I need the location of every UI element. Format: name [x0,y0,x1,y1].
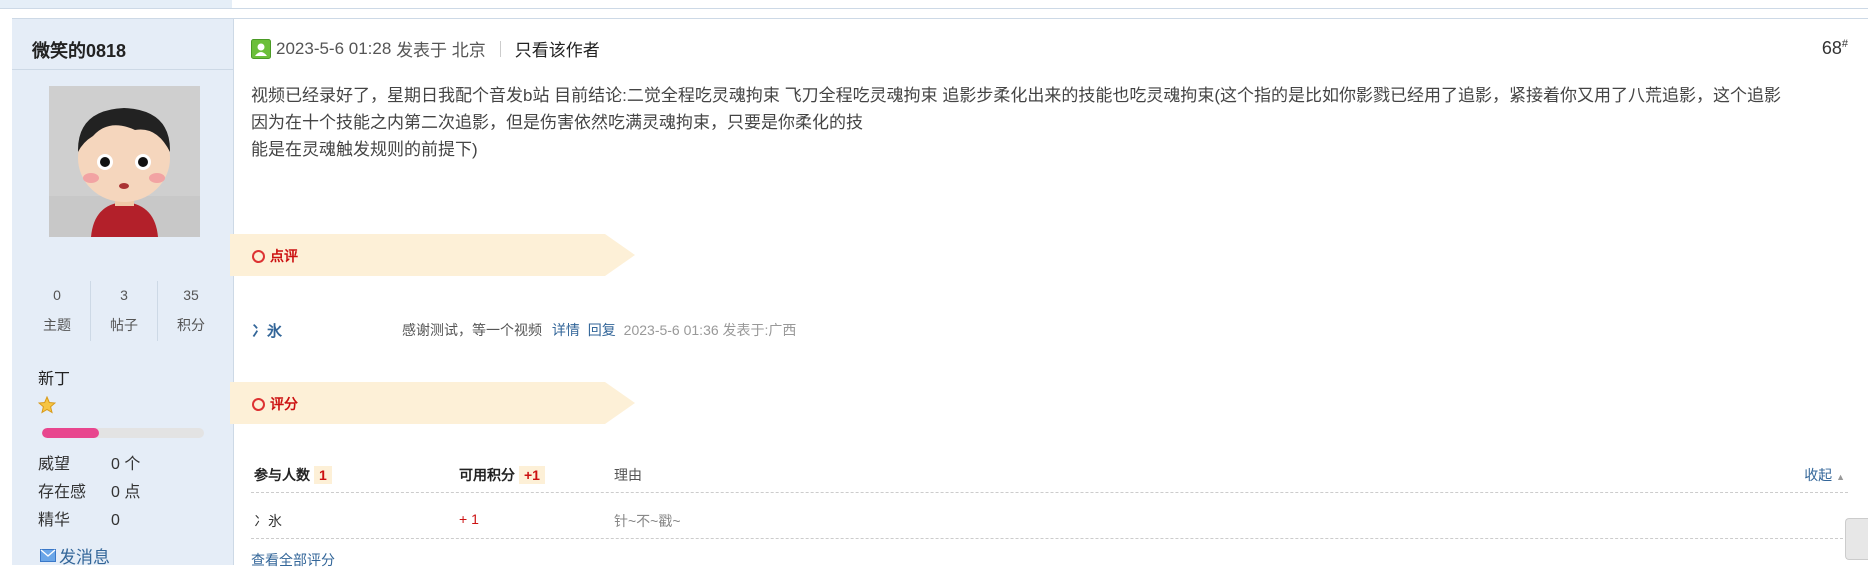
view-all-ratings-link[interactable]: 查看全部评分 [251,550,335,570]
field-key: 精华 [38,512,71,529]
caret-up-icon: ▲ [1836,472,1845,482]
collapse-link[interactable]: 收起 ▲ [1804,465,1845,485]
post-header: 2023-5-6 01:28 发表于 北京 只看该作者 [251,36,600,61]
stat-threads[interactable]: 0 主题 [24,281,91,341]
stat-posts[interactable]: 3 帖子 [91,281,158,341]
author-stats: 0 主题 3 帖子 35 积分 [24,281,224,341]
author-username[interactable]: 微笑的0818 [32,37,126,63]
field-key: 威望 [38,456,71,473]
stat-label: 帖子 [110,317,138,333]
circle-icon [252,249,265,263]
post-line: 能是在灵魂触发规则的前提下) [251,140,478,159]
level-progress-fill [42,428,99,438]
review-title: 点评 [270,248,298,264]
avatar[interactable] [49,86,200,237]
rating-points: + 1 [459,511,479,527]
field-value: 0 个 [111,456,141,473]
top-tab [0,0,232,8]
star-icon [38,396,56,414]
level-progress-bar [42,428,204,438]
participants-label: 参与人数 [254,467,310,483]
floor-value: 68 [1821,38,1842,58]
rating-banner: 评分 [230,382,635,424]
post-datetime: 2023-5-6 01:28 [276,38,392,58]
send-message-link[interactable]: 发消息 [40,543,110,568]
post-line: 视频已经录好了，星期日我配个音发b站 目前结论:二觉全程吃灵魂拘束 飞刀全程吃灵… [251,86,1782,105]
stat-value: 3 [120,287,128,303]
reason-label: 理由 [614,467,642,483]
points-label: 可用积分 [459,467,515,483]
envelope-icon [40,549,56,562]
header-separator [499,40,501,57]
rating-reason: 针~不~戳~ [614,513,681,529]
field-essence: 精华 0 [38,506,120,530]
field-key: 存在感 [38,484,87,501]
stat-points[interactable]: 35 积分 [158,281,224,341]
stat-label: 主题 [43,317,71,333]
review-banner: 点评 [230,234,635,276]
stat-value: 0 [53,287,61,303]
review-time: 2023-5-6 01:36 发表于:广西 [623,322,797,338]
review-user[interactable]: 冫氷 [252,320,282,341]
side-tool-button[interactable] [1845,518,1868,560]
post-line: 因为在十个技能之内第二次追影，但是伤害依然吃满灵魂拘束，只要是你柔化的技 [251,113,863,132]
author-sidebar: 微笑的0818 0 主题 3 帖子 35 积分 新丁 威望 0 个 存在感 0 点 精华 0… [12,19,234,568]
only-author-link[interactable]: 只看该作者 [515,36,600,61]
rating-title: 评分 [270,396,298,412]
send-message-label: 发消息 [59,548,110,567]
rating-table-header: 参与人数 1 可用积分 +1 理由 收起 ▲ [251,461,1848,493]
floor-number[interactable]: 68# [1822,38,1848,59]
post-content: 视频已经录好了，星期日我配个音发b站 目前结论:二觉全程吃灵魂拘束 飞刀全程吃灵… [251,82,1851,163]
post-top-border [12,18,1868,19]
field-prestige: 威望 0 个 [38,450,140,474]
stat-label: 积分 [177,317,205,333]
review-reply-link[interactable]: 回复 [588,322,616,338]
collapse-label: 收起 [1804,467,1833,483]
rating-user[interactable]: 冫氷 [254,511,282,531]
field-presence: 存在感 0 点 [38,478,140,502]
stat-value: 35 [183,287,199,303]
author-rank[interactable]: 新丁 [38,365,70,389]
points-total: +1 [519,466,545,484]
field-value: 0 [111,512,120,529]
post-location: 发表于 北京 [396,41,486,60]
floor-mark: # [1841,38,1848,50]
online-status-icon [251,38,271,59]
top-bar [0,0,1868,9]
sidebar-divider [12,69,233,70]
circle-icon [252,397,265,411]
rating-row: 冫氷 + 1 针~不~戳~ [251,507,1848,539]
participants-count: 1 [314,466,332,484]
review-detail-link[interactable]: 详情 [552,322,580,338]
review-text: 感谢测试，等一个视频 [402,322,542,338]
field-value: 0 点 [111,484,141,501]
